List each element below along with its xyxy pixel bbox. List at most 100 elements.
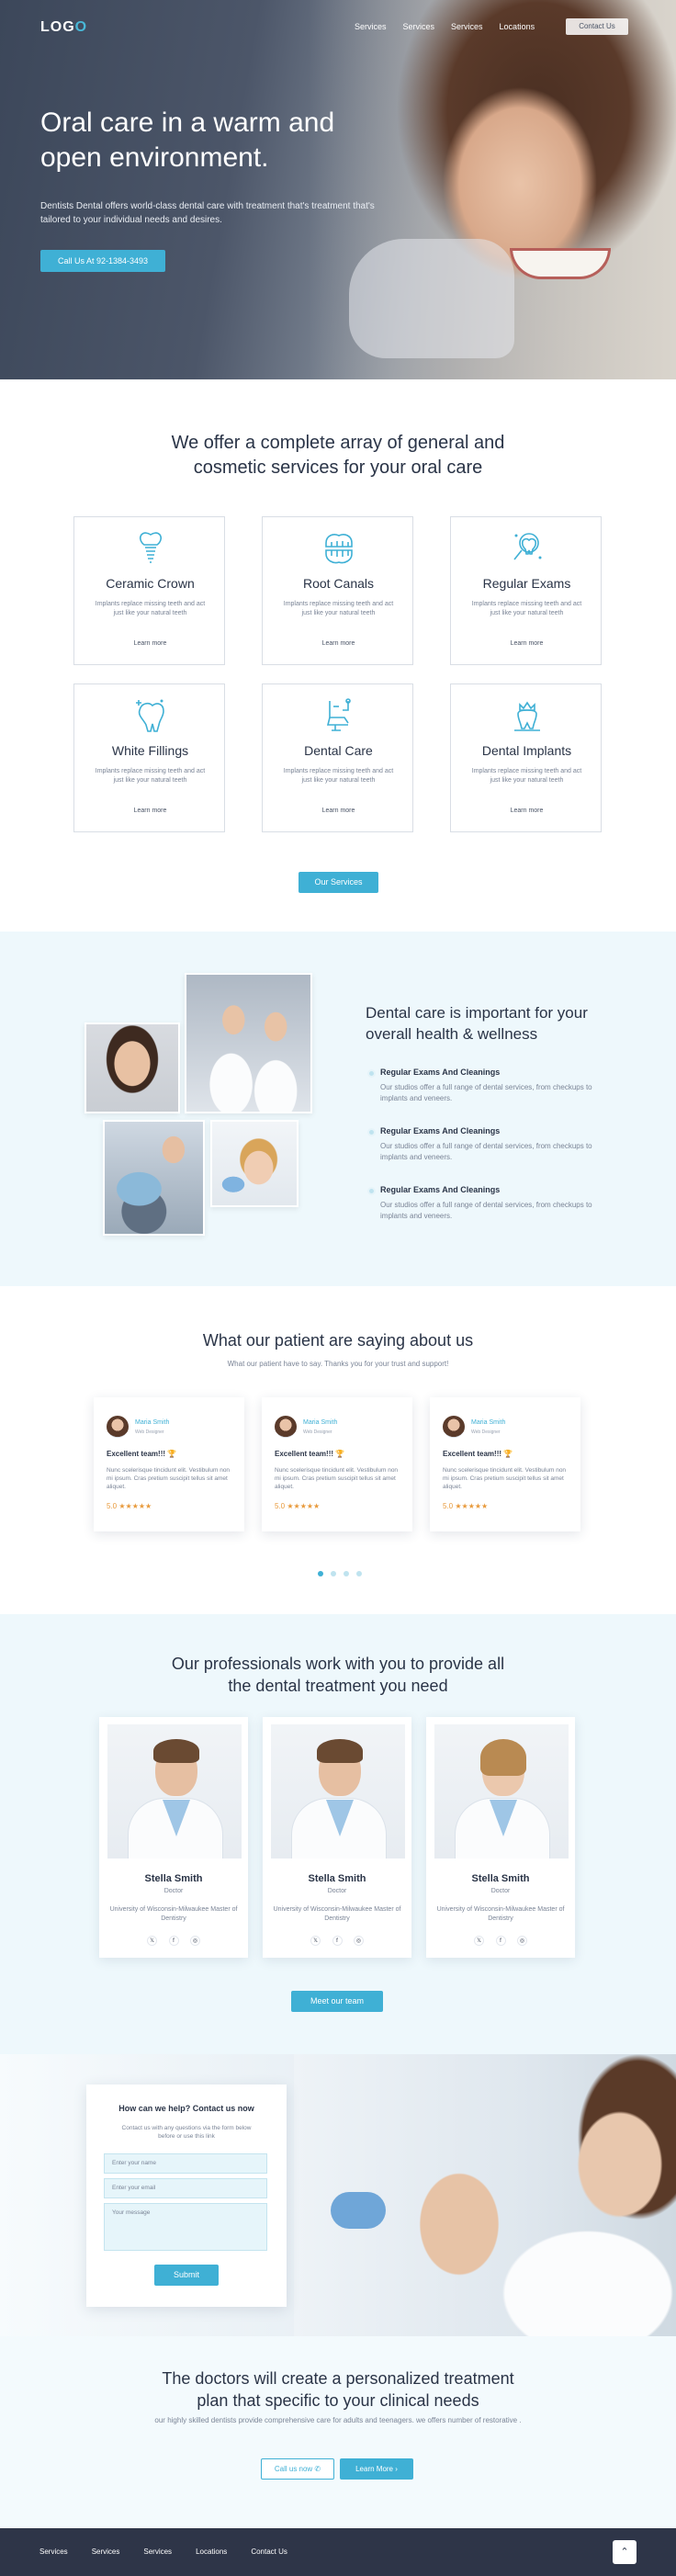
doctor-role: Doctor — [327, 1888, 347, 1894]
service-name: White Fillings — [111, 743, 189, 758]
tooth-crown-icon — [514, 701, 540, 731]
instagram-icon[interactable]: ◎ — [517, 1936, 527, 1946]
footer-link-services-3[interactable]: Services — [143, 2548, 172, 2556]
facebook-icon[interactable]: f — [168, 1936, 179, 1946]
bullet-dot — [367, 1069, 376, 1078]
footer-link-contact[interactable]: Contact Us — [251, 2548, 287, 2556]
name-input[interactable]: Enter your name — [104, 2153, 267, 2174]
services-title: We offer a complete array of general and… — [171, 433, 505, 478]
social-links: 𝕏 f ◎ — [310, 1936, 364, 1946]
testimonial-card: Maria Smith Web Designer Excellent team!… — [94, 1397, 244, 1531]
review-rating: 5.0 ★★★★★ — [107, 1502, 152, 1510]
service-desc: Implants replace missing teeth and act j… — [283, 768, 394, 784]
avatar — [443, 1416, 465, 1438]
form-title: How can we help? Contact us now — [118, 2104, 254, 2113]
carousel-dot-active[interactable] — [318, 1571, 323, 1576]
logo-accent: O — [74, 19, 88, 35]
instagram-icon[interactable]: ◎ — [354, 1936, 364, 1946]
care-section: Dental care is important for your overal… — [0, 932, 676, 1286]
hero-text: Dentists Dental offers world-class denta… — [40, 201, 375, 225]
doctor-photo — [271, 1724, 405, 1859]
service-card-root-canals[interactable]: Root Canals Implants replace missing tee… — [262, 516, 413, 665]
avatar — [107, 1416, 129, 1438]
facebook-icon[interactable]: f — [332, 1936, 343, 1946]
nav-link-services-2[interactable]: Services — [403, 22, 435, 31]
instagram-icon[interactable]: ◎ — [190, 1936, 200, 1946]
testimonials-subtitle: What our patient have to say. Thanks you… — [227, 1360, 449, 1368]
back-to-top-button[interactable]: ⌃ — [613, 2540, 637, 2564]
service-name: Root Canals — [302, 576, 375, 591]
message-textarea[interactable]: Your message — [104, 2203, 267, 2251]
hero-smile-shape — [510, 248, 611, 279]
service-name: Ceramic Crown — [106, 576, 195, 591]
professionals-title: Our professionals work with you to provi… — [171, 1655, 505, 1695]
learn-more-link[interactable]: Learn more — [74, 640, 226, 647]
plan-text: our highly skilled dentists provide comp… — [154, 2416, 522, 2424]
logo-text: LOG — [40, 19, 75, 35]
professionals-section: Our professionals work with you to provi… — [0, 1614, 676, 2054]
carousel-dots — [318, 1571, 362, 1576]
dental-chair-icon — [326, 698, 351, 731]
our-services-button[interactable]: Our Services — [299, 872, 378, 893]
learn-more-link[interactable]: Learn more — [263, 640, 414, 647]
call-now-button[interactable]: Call us now ✆ — [261, 2458, 334, 2480]
page: LOGO Services Services Services Location… — [0, 0, 676, 2576]
twitter-icon[interactable]: 𝕏 — [147, 1936, 157, 1946]
hero-glove-shape — [349, 239, 514, 358]
services-section: We offer a complete array of general and… — [0, 379, 676, 932]
doctor-card: Stella Smith Doctor University of Wiscon… — [426, 1717, 575, 1958]
service-card-white-fillings[interactable]: White Fillings Implants replace missing … — [73, 684, 225, 832]
doctor-school: University of Wisconsin-Milwaukee Master… — [273, 1906, 401, 1922]
submit-button[interactable]: Submit — [154, 2265, 219, 2286]
facebook-icon[interactable]: f — [495, 1936, 506, 1946]
nav-link-locations[interactable]: Locations — [500, 22, 535, 31]
carousel-dot[interactable] — [356, 1571, 362, 1576]
twitter-icon[interactable]: 𝕏 — [310, 1936, 321, 1946]
carousel-dot[interactable] — [331, 1571, 336, 1576]
contact-us-button[interactable]: Contact Us — [566, 18, 628, 35]
footer-link-services-1[interactable]: Services — [39, 2548, 68, 2556]
review-rating: 5.0 ★★★★★ — [443, 1502, 489, 1510]
service-card-ceramic-crown[interactable]: Ceramic Crown Implants replace missing t… — [73, 516, 225, 665]
photo-child-patient — [210, 1120, 299, 1207]
doctor-photo — [434, 1724, 569, 1859]
implant-icon — [139, 532, 163, 563]
learn-more-link[interactable]: Learn more — [74, 808, 226, 814]
nav-link-services-1[interactable]: Services — [355, 22, 387, 31]
carousel-dot[interactable] — [344, 1571, 349, 1576]
service-card-regular-exams[interactable]: Regular Exams Implants replace missing t… — [450, 516, 602, 665]
avatar — [275, 1416, 297, 1438]
footer-link-services-2[interactable]: Services — [92, 2548, 120, 2556]
meet-our-team-button[interactable]: Meet our team — [291, 1991, 383, 2012]
service-card-dental-care[interactable]: Dental Care Implants replace missing tee… — [262, 684, 413, 832]
doctor-card: Stella Smith Doctor University of Wiscon… — [99, 1717, 248, 1958]
learn-more-link[interactable]: Learn more — [263, 808, 414, 814]
reviewer-name[interactable]: Maria Smith — [471, 1419, 505, 1426]
doctor-school: University of Wisconsin-Milwaukee Master… — [436, 1906, 565, 1922]
review-text: Nunc scelerisque tincidunt elit. Vestibu… — [275, 1467, 399, 1490]
reviewer-name[interactable]: Maria Smith — [135, 1419, 169, 1426]
photo-dentist-patient — [103, 1120, 205, 1236]
service-card-dental-implants[interactable]: Dental Implants Implants replace missing… — [450, 684, 602, 832]
service-desc: Implants replace missing teeth and act j… — [471, 601, 582, 616]
testimonial-card: Maria Smith Web Designer Excellent team!… — [262, 1397, 412, 1531]
teeth-icon — [325, 534, 353, 564]
service-name: Regular Exams — [482, 576, 571, 591]
doctor-photo — [107, 1724, 242, 1859]
review-text: Nunc scelerisque tincidunt elit. Vestibu… — [107, 1467, 231, 1490]
learn-more-button[interactable]: Learn More › — [340, 2458, 413, 2480]
service-desc: Implants replace missing teeth and act j… — [471, 768, 582, 784]
care-item-desc: Our studios offer a full range of dental… — [380, 1083, 592, 1102]
email-input[interactable]: Enter your email — [104, 2178, 267, 2198]
twitter-icon[interactable]: 𝕏 — [474, 1936, 484, 1946]
footer-link-locations[interactable]: Locations — [196, 2548, 227, 2556]
learn-more-link[interactable]: Learn more — [451, 640, 603, 647]
nav-link-services-3[interactable]: Services — [451, 22, 483, 31]
review-heading: Excellent team!!! 🏆 — [275, 1450, 345, 1458]
care-item-title: Regular Exams And Cleanings — [380, 1068, 501, 1077]
reviewer-name[interactable]: Maria Smith — [303, 1419, 337, 1426]
learn-more-link[interactable]: Learn more — [451, 808, 603, 814]
review-text: Nunc scelerisque tincidunt elit. Vestibu… — [443, 1467, 567, 1490]
call-us-button[interactable]: Call Us At 92-1384-3493 — [40, 250, 165, 272]
logo[interactable]: LOGO — [40, 19, 87, 36]
